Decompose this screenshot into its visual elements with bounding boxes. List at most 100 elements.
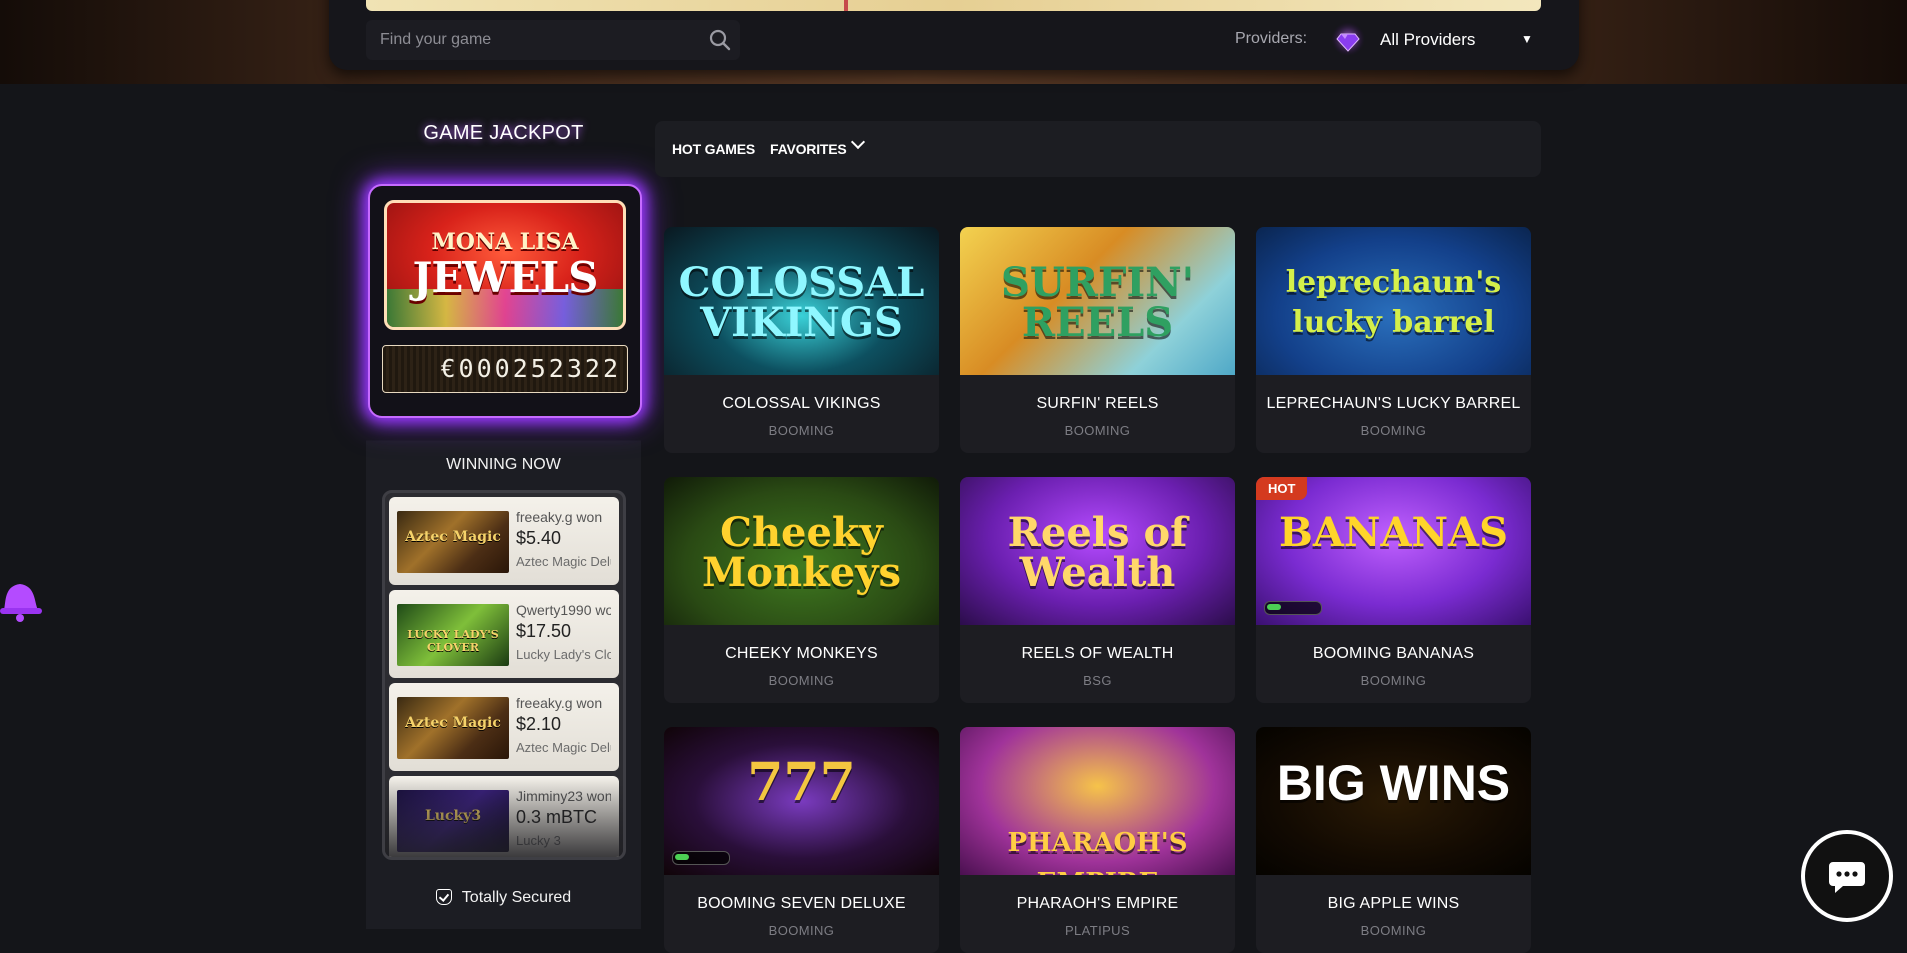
provider-select[interactable]: All Providers ▼ [1325,20,1541,60]
game-title: BOOMING SEVEN DELUXE [697,895,906,912]
gem-icon [1331,22,1365,56]
jackpot-title: GAME JACKPOT [423,122,584,144]
win-user: Qwerty1990 won [516,602,611,618]
providers-label: Providers: [1235,30,1308,47]
win-amount: $17.50 [516,621,572,641]
search-icon[interactable] [708,28,732,52]
win-item[interactable]: LUCKY LADY'S CLOVER Qwerty1990 won $17.5… [389,590,619,678]
win-thumb-text: Aztec Magic [405,529,501,545]
jackpot-card[interactable]: MONA LISA JEWELS €000252322 [368,184,642,418]
left-sidebar: GAME JACKPOT MONA LISA JEWELS €000252322… [366,100,642,929]
game-art-text: PHARAOH'S EMPIRE [1007,828,1188,875]
game-card[interactable]: Reels of Wealth REELS OF WEALTH BSG [960,477,1235,703]
game-card[interactable]: 777 BOOMING SEVEN DELUXE BOOMING [664,727,939,953]
game-card[interactable]: BANANAS HOT BOOMING BANANAS BOOMING [1256,477,1531,703]
game-thumbnail[interactable]: PHARAOH'S EMPIRE [960,727,1235,875]
chat-icon [1829,862,1865,893]
game-thumbnail[interactable]: Reels of Wealth [960,477,1235,625]
game-title: CHEEKY MONKEYS [725,645,878,662]
win-amount: 0.3 mBTC [516,807,598,827]
hot-badge: HOT [1256,477,1308,500]
game-provider: BSG [1083,673,1112,688]
game-card[interactable]: leprechaun's lucky barrel LEPRECHAUN'S L… [1256,227,1531,453]
game-tabs-bar: HOT GAMES FAVORITES [655,121,1541,177]
game-provider: BOOMING [1360,673,1427,688]
secured-note: Totally Secured [366,889,641,907]
chevron-down-icon[interactable] [850,134,866,150]
game-provider: BOOMING [768,423,835,438]
win-thumb-text: Lucky3 [424,808,482,824]
game-title: SURFIN' REELS [1036,395,1159,412]
win-item[interactable]: Lucky3 Jimminy23 won 0.3 mBTC Lucky 3 [389,776,619,857]
win-user: freeaky.g won [516,509,603,525]
game-art-text: Reels of Wealth [1007,509,1188,596]
win-game-thumbnail: Aztec Magic [397,697,509,759]
jackpot-amount: €000252322 [382,345,628,393]
game-card[interactable]: BIG WINS BIG APPLE WINS BOOMING [1256,727,1531,953]
game-provider: BOOMING [1360,923,1427,938]
volatility-indicator [1264,601,1322,615]
win-game: Aztec Magic Deluxe [516,740,611,755]
game-card[interactable]: SURFIN' REELS SURFIN' REELS BOOMING [960,227,1235,453]
game-art-text: Cheeky Monkeys [702,509,901,596]
win-game-thumbnail: LUCKY LADY'S CLOVER [397,604,509,666]
game-provider: BOOMING [1064,423,1131,438]
game-art-text: SURFIN' REELS [1001,259,1194,346]
winning-now-list: Aztec Magic freeaky.g won $5.40 Aztec Ma… [382,490,626,860]
game-art-text: BANANAS [1279,509,1508,556]
game-title: BIG APPLE WINS [1327,895,1460,912]
volatility-indicator [672,851,730,865]
win-thumb-text: LUCKY LADY'S CLOVER [407,628,499,654]
game-card[interactable]: Cheeky Monkeys CHEEKY MONKEYS BOOMING [664,477,939,703]
chevron-down-icon: ▼ [1521,32,1533,46]
game-thumbnail[interactable]: BIG WINS [1256,727,1531,875]
jackpot-game-line1: MONA LISA [431,229,579,255]
win-game: Aztec Magic Deluxe [516,554,611,569]
bell-icon[interactable] [0,572,42,622]
game-card[interactable]: COLOSSAL VIKINGS COLOSSAL VIKINGS BOOMIN… [664,227,939,453]
game-title: LEPRECHAUN'S LUCKY BARREL [1266,395,1521,412]
win-user: Jimminy23 won [516,788,611,804]
win-item[interactable]: Aztec Magic freeaky.g won $5.40 Aztec Ma… [389,497,619,585]
tab-favorites[interactable]: FAVORITES [770,141,847,157]
provider-value: All Providers [1380,30,1476,49]
game-thumbnail[interactable]: 777 [664,727,939,875]
win-game: Lucky Lady's Clover [516,647,611,662]
win-game-thumbnail: Aztec Magic [397,511,509,573]
game-thumbnail[interactable]: leprechaun's lucky barrel [1256,227,1531,375]
winning-now-title: WINNING NOW [446,456,561,473]
win-game-thumbnail: Lucky3 [397,790,509,852]
game-thumbnail[interactable]: COLOSSAL VIKINGS [664,227,939,375]
secured-label: Totally Secured [461,889,572,906]
top-progress-strip [366,0,1541,11]
jackpot-game-image[interactable]: MONA LISA JEWELS [384,200,626,330]
game-thumbnail[interactable]: Cheeky Monkeys [664,477,939,625]
game-card[interactable]: PHARAOH'S EMPIRE PHARAOH'S EMPIRE PLATIP… [960,727,1235,953]
game-thumbnail[interactable]: SURFIN' REELS [960,227,1235,375]
game-provider: BOOMING [1360,423,1427,438]
shield-check-icon [435,889,452,905]
chat-button[interactable] [1801,830,1893,922]
win-user: freeaky.g won [516,695,603,711]
win-game: Lucky 3 [516,833,561,848]
game-provider: PLATIPUS [1064,923,1131,938]
game-provider: BOOMING [768,673,835,688]
game-art-text: leprechaun's lucky barrel [1285,265,1502,340]
jackpot-game-line2: JEWELS [412,253,599,302]
win-amount: $2.10 [516,714,562,734]
win-thumb-text: Aztec Magic [405,715,501,731]
game-art-text: BIG WINS [1276,755,1511,811]
game-provider: BOOMING [768,923,835,938]
win-amount: $5.40 [516,528,562,548]
tab-hot-games[interactable]: HOT GAMES [672,141,755,157]
game-title: PHARAOH'S EMPIRE [1016,895,1179,912]
strip-marker [844,0,848,11]
game-title: REELS OF WEALTH [1021,645,1174,662]
search-input[interactable] [366,20,740,60]
game-art-text: COLOSSAL VIKINGS [678,259,925,346]
game-title: BOOMING BANANAS [1312,645,1475,662]
game-thumbnail[interactable]: BANANAS HOT [1256,477,1531,625]
game-art-text: 777 [747,752,856,813]
win-item[interactable]: Aztec Magic freeaky.g won $2.10 Aztec Ma… [389,683,619,771]
game-title: COLOSSAL VIKINGS [722,395,881,412]
